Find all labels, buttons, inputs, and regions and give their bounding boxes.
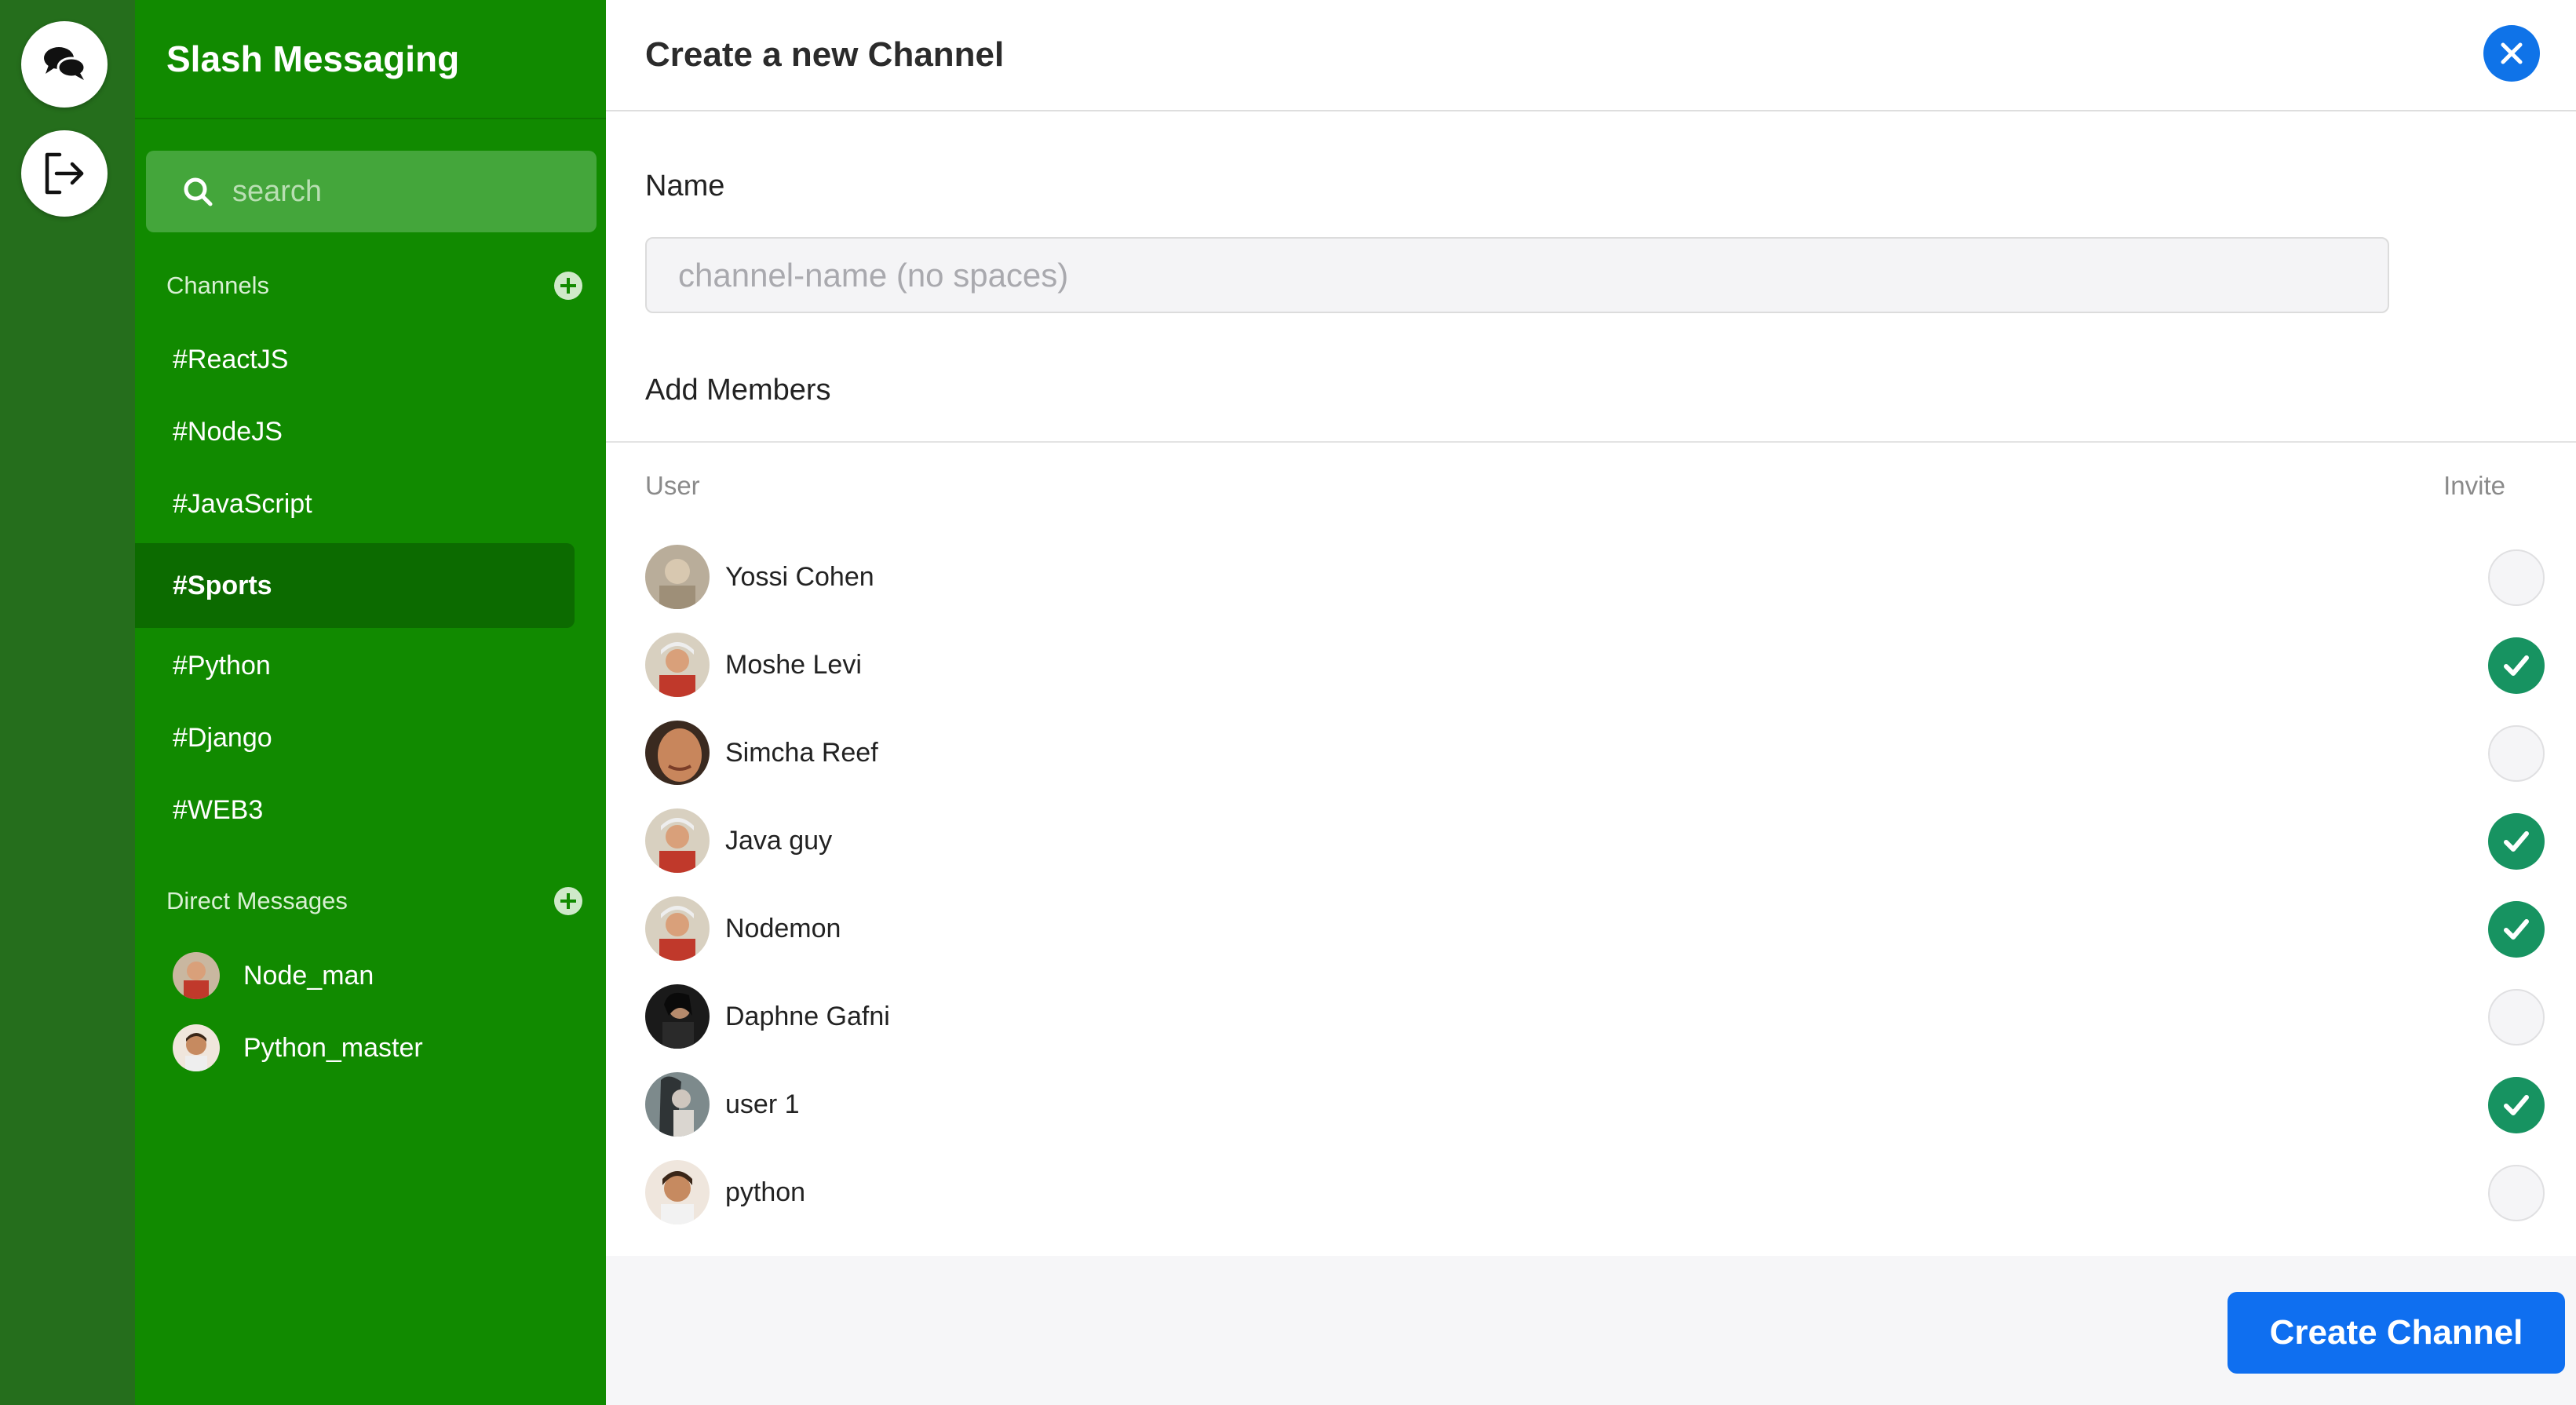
dm-heading: Direct Messages: [166, 887, 348, 914]
invite-toggle[interactable]: [2488, 725, 2545, 782]
member-name: Simcha Reef: [725, 737, 878, 768]
app-title: Slash Messaging: [166, 38, 460, 79]
channel-name-input[interactable]: [645, 237, 2389, 313]
members-divider: [606, 441, 2576, 443]
invite-toggle[interactable]: [2488, 549, 2545, 606]
channel-label: #Python: [173, 650, 271, 681]
invite-toggle-checked[interactable]: [2488, 901, 2545, 958]
create-channel-modal: Create a new Channel Name Add Members Us…: [606, 0, 2576, 1405]
member-row: user 1: [645, 1070, 2545, 1139]
invite-toggle-checked[interactable]: [2488, 637, 2545, 694]
member-row: Java guy: [645, 806, 2545, 875]
channel-item[interactable]: #ReactJS: [135, 323, 575, 396]
dm-label: Node_man: [243, 960, 374, 991]
channel-item[interactable]: #Django: [135, 702, 575, 774]
chat-rail-button[interactable]: [21, 21, 108, 108]
channel-item-active[interactable]: #Sports: [135, 543, 575, 628]
avatar: [645, 808, 710, 873]
channel-label: #Django: [173, 722, 272, 753]
channel-label: #Sports: [173, 570, 272, 600]
add-channel-icon[interactable]: [554, 272, 582, 300]
member-row: Yossi Cohen: [645, 542, 2545, 611]
channel-item[interactable]: #NodeJS: [135, 396, 575, 468]
channel-item[interactable]: #JavaScript: [135, 468, 575, 540]
close-button[interactable]: [2483, 25, 2540, 82]
modal-title: Create a new Channel: [645, 35, 1005, 74]
member-row: Simcha Reef: [645, 718, 2545, 787]
avatar: [645, 721, 710, 785]
dm-item[interactable]: Python_master: [173, 1020, 581, 1075]
sidebar-divider: [135, 118, 606, 119]
member-name: Moshe Levi: [725, 649, 862, 680]
member-row: Nodemon: [645, 894, 2545, 963]
invite-toggle-checked[interactable]: [2488, 813, 2545, 870]
avatar: [645, 1160, 710, 1224]
member-name: Java guy: [725, 825, 833, 856]
sidebar: Slash Messaging Channels #ReactJS #NodeJ…: [135, 0, 606, 1405]
invite-column-header: Invite: [2443, 471, 2505, 500]
checkmark-icon: [2504, 919, 2529, 940]
invite-toggle[interactable]: [2488, 1165, 2545, 1221]
avatar: [645, 896, 710, 961]
checkmark-icon: [2504, 1095, 2529, 1115]
dm-item[interactable]: Node_man: [173, 948, 581, 1003]
search-box[interactable]: [146, 151, 597, 232]
avatar: [645, 984, 710, 1049]
chat-bubbles-icon: [44, 47, 86, 80]
channel-label: #WEB3: [173, 794, 264, 825]
header-divider: [606, 110, 2576, 111]
name-label: Name: [645, 170, 725, 203]
close-icon: [2501, 42, 2523, 64]
member-row: Daphne Gafni: [645, 982, 2545, 1051]
dm-section-header: Direct Messages: [166, 878, 582, 925]
member-row: Moshe Levi: [645, 630, 2545, 699]
member-row: python: [645, 1158, 2545, 1227]
avatar: [645, 633, 710, 697]
member-name: Daphne Gafni: [725, 1001, 890, 1031]
avatar: [645, 545, 710, 609]
avatar: [645, 1072, 710, 1137]
logout-icon: [45, 152, 84, 195]
search-icon: [184, 177, 213, 206]
dm-label: Python_master: [243, 1032, 423, 1063]
modal-footer: Create Channel: [606, 1256, 2576, 1405]
user-column-header: User: [645, 471, 700, 500]
channel-item[interactable]: #Python: [135, 630, 575, 702]
channel-label: #JavaScript: [173, 488, 312, 519]
search-input[interactable]: [232, 174, 562, 209]
invite-toggle-checked[interactable]: [2488, 1077, 2545, 1133]
channel-label: #NodeJS: [173, 416, 283, 447]
avatar: [173, 1024, 220, 1071]
member-name: Nodemon: [725, 913, 841, 943]
checkmark-icon: [2504, 831, 2529, 852]
channel-label: #ReactJS: [173, 344, 289, 374]
member-name: Yossi Cohen: [725, 561, 874, 592]
channel-item[interactable]: #WEB3: [135, 774, 575, 846]
member-name: user 1: [725, 1089, 800, 1119]
avatar: [173, 952, 220, 999]
app-rail: [0, 0, 135, 1405]
add-members-label: Add Members: [645, 374, 831, 407]
channels-section-header: Channels: [166, 262, 582, 309]
checkmark-icon: [2504, 655, 2529, 676]
app-root: Slash Messaging Channels #ReactJS #NodeJ…: [0, 0, 2576, 1405]
channels-heading: Channels: [166, 272, 269, 299]
member-name: python: [725, 1177, 806, 1207]
create-channel-button[interactable]: Create Channel: [2228, 1292, 2565, 1374]
logout-rail-button[interactable]: [21, 130, 108, 217]
add-dm-icon[interactable]: [554, 887, 582, 915]
invite-toggle[interactable]: [2488, 989, 2545, 1046]
